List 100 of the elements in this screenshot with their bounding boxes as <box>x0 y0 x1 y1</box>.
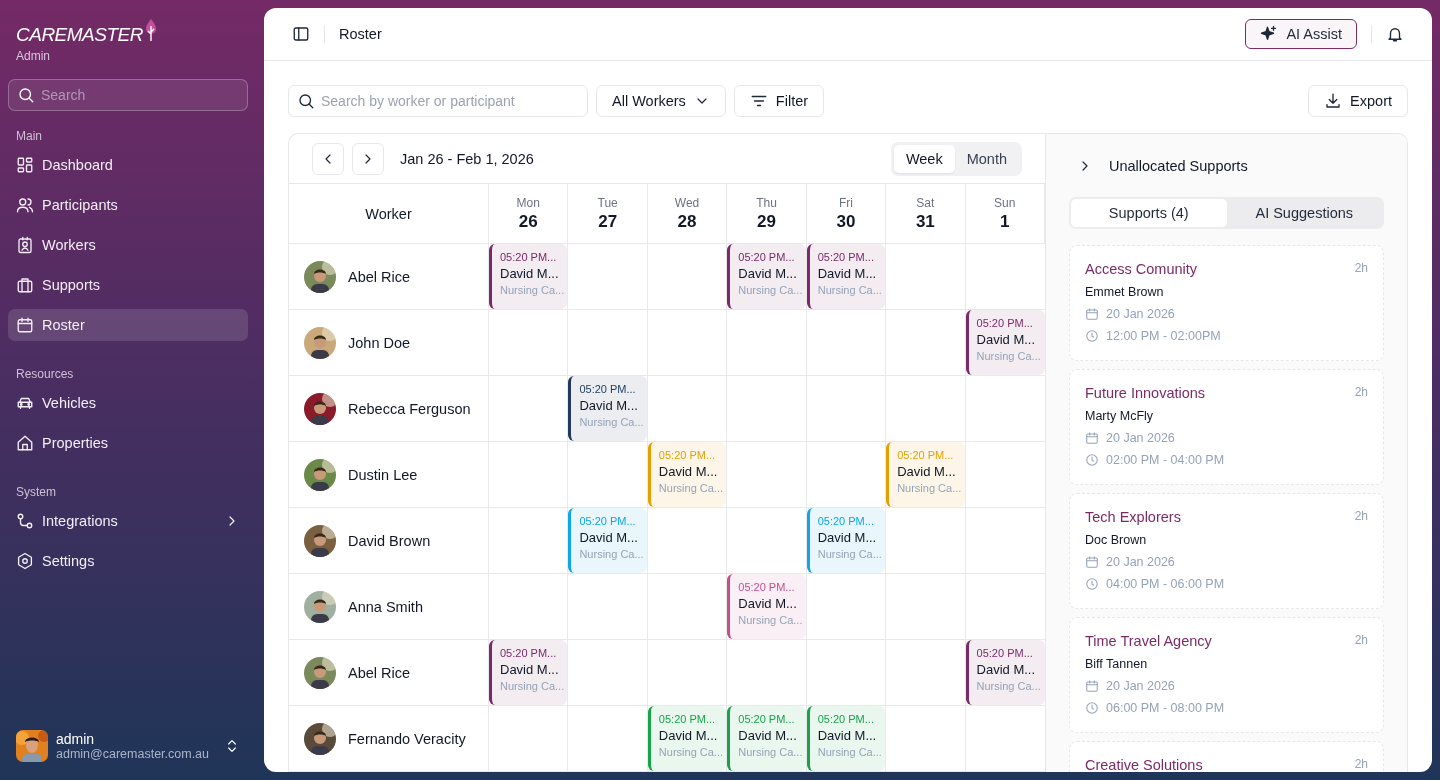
shift-card[interactable]: 05:20 PM... David M... Nursing Ca... <box>727 706 806 771</box>
shift-time: 05:20 PM... <box>976 647 1034 659</box>
support-card[interactable]: Access Comunity 2h Emmet Brown 20 Jan 2026 12:00 PM - 02:00PM <box>1069 245 1384 361</box>
nav-item[interactable]: Dashboard <box>8 149 248 181</box>
day-name: Fri <box>838 195 853 210</box>
user-name: admin <box>56 731 96 747</box>
day-cell[interactable] <box>727 640 807 706</box>
day-cell[interactable] <box>647 244 728 310</box>
brand-logo: CAREMASTER <box>16 24 143 46</box>
view-tab[interactable]: Week <box>893 144 955 173</box>
support-card[interactable]: Time Travel Agency 2h Biff Tannen 20 Jan 2026 06:00 PM - 08:00 PM <box>1069 617 1384 733</box>
clock-icon <box>1085 453 1099 467</box>
section-label: Main <box>15 129 43 143</box>
day-name: Thu <box>756 195 777 210</box>
day-date: 28 <box>677 211 697 232</box>
support-title: Tech Explorers <box>1085 509 1181 525</box>
worker-name: John Doe <box>348 334 411 351</box>
shift-type: Nursing Ca... <box>817 284 883 296</box>
nav-item[interactable]: Properties <box>8 427 248 459</box>
day-cell[interactable] <box>489 442 569 508</box>
workers-dropdown[interactable]: All Workers <box>596 85 726 117</box>
ai-assist-button[interactable]: AI Assist <box>1245 19 1357 49</box>
next-button[interactable] <box>352 142 384 175</box>
shift-card[interactable]: 05:20 PM... David M... Nursing Ca... <box>489 244 568 309</box>
day-cell[interactable] <box>886 244 966 310</box>
day-name: Wed <box>674 195 700 210</box>
day-cell[interactable] <box>647 574 728 640</box>
shift-person: David M... <box>658 464 719 479</box>
day-cell[interactable] <box>727 442 807 508</box>
day-cell[interactable] <box>647 640 728 706</box>
bell-icon[interactable] <box>1386 25 1404 43</box>
nav-item[interactable]: Integrations <box>8 505 248 537</box>
panel-tab[interactable]: AI Suggestions <box>1226 199 1382 227</box>
shift-card[interactable]: 05:20 PM... David M... Nursing Ca... <box>806 508 886 573</box>
search-field[interactable]: Search by worker or participant <box>288 85 588 117</box>
day-cell[interactable] <box>806 310 887 376</box>
day-cell[interactable] <box>886 376 966 442</box>
day-cell[interactable] <box>568 442 648 508</box>
nav-item[interactable]: Participants <box>8 189 248 221</box>
shift-card[interactable]: 05:20 PM... David M... Nursing Ca... <box>489 640 568 705</box>
shift-card[interactable]: 05:20 PM... David M... Nursing Ca... <box>647 442 727 507</box>
day-name: Tue <box>597 195 618 210</box>
day-date: 26 <box>518 211 538 232</box>
day-cell[interactable] <box>886 310 966 376</box>
day-cell[interactable] <box>489 508 569 574</box>
day-cell[interactable] <box>568 574 648 640</box>
shift-card[interactable]: 05:20 PM... David M... Nursing Ca... <box>647 706 727 771</box>
shift-card[interactable]: 05:20 PM... David M... Nursing Ca... <box>568 376 647 441</box>
worker-name: Abel Rice <box>348 664 411 681</box>
shift-card[interactable]: 05:20 PM... David M... Nursing Ca... <box>568 508 647 573</box>
nav-item[interactable]: Settings <box>8 545 248 577</box>
shift-card[interactable]: 05:20 PM... David M... Nursing Ca... <box>965 640 1045 705</box>
day-cell[interactable] <box>489 310 569 376</box>
support-card[interactable]: Tech Explorers 2h Doc Brown 20 Jan 2026 04:00 PM - 06:00 PM <box>1069 493 1384 609</box>
support-title: Future Innovations <box>1085 385 1206 401</box>
day-cell[interactable] <box>489 706 569 772</box>
nav-icon <box>16 512 34 530</box>
day-date: 1 <box>1000 211 1010 232</box>
shift-card[interactable]: 05:20 PM... David M... Nursing Ca... <box>727 244 806 309</box>
support-card[interactable]: Creative Solutions 2h <box>1069 741 1384 772</box>
day-cell[interactable] <box>806 442 887 508</box>
shift-type: Nursing Ca... <box>658 482 725 494</box>
day-cell[interactable] <box>647 376 728 442</box>
day-cell[interactable] <box>489 376 569 442</box>
day-cell[interactable] <box>568 706 648 772</box>
day-cell[interactable] <box>806 640 887 706</box>
support-person: Biff Tannen <box>1085 657 1149 671</box>
day-cell[interactable] <box>886 574 966 640</box>
nav-item[interactable]: Vehicles <box>8 387 248 419</box>
filter-button[interactable]: Filter <box>733 85 825 117</box>
day-cell[interactable] <box>647 508 728 574</box>
day-cell[interactable] <box>886 508 966 574</box>
day-cell[interactable] <box>806 574 887 640</box>
day-name: Sun <box>994 195 1016 210</box>
nav-item[interactable]: Workers <box>8 229 248 261</box>
nav-item[interactable]: Supports <box>8 269 248 301</box>
shift-time: 05:20 PM... <box>897 449 955 461</box>
calendar-icon <box>1085 679 1099 693</box>
day-cell[interactable] <box>886 640 966 706</box>
view-tab[interactable]: Month <box>954 144 1019 173</box>
support-card[interactable]: Future Innovations 2h Marty McFly 20 Jan 2026 02:00 PM - 04:00 PM <box>1069 369 1384 485</box>
sidebar-toggle-icon[interactable] <box>292 25 310 43</box>
nav-item[interactable]: Roster <box>8 309 248 341</box>
day-cell[interactable] <box>727 310 807 376</box>
day-cell[interactable] <box>568 640 648 706</box>
support-date: 20 Jan 2026 <box>1106 307 1175 321</box>
day-cell[interactable] <box>886 706 966 772</box>
day-cell[interactable] <box>806 376 887 442</box>
shift-card[interactable]: 05:20 PM... David M... Nursing Ca... <box>965 310 1045 375</box>
shift-card[interactable]: 05:20 PM... David M... Nursing Ca... <box>806 244 886 309</box>
day-cell[interactable] <box>727 508 807 574</box>
shift-time: 05:20 PM... <box>738 251 796 263</box>
panel-tab[interactable]: Supports (4) <box>1071 199 1227 227</box>
day-cell[interactable] <box>489 574 569 640</box>
shift-card[interactable]: 05:20 PM... David M... Nursing Ca... <box>727 574 806 639</box>
previous-button[interactable] <box>312 142 344 175</box>
day-cell[interactable] <box>568 310 648 376</box>
export-button[interactable]: Export <box>1308 85 1408 117</box>
shift-card[interactable]: 05:20 PM... David M... Nursing Ca... <box>806 706 886 771</box>
shift-card[interactable]: 05:20 PM... David M... Nursing Ca... <box>886 442 965 507</box>
